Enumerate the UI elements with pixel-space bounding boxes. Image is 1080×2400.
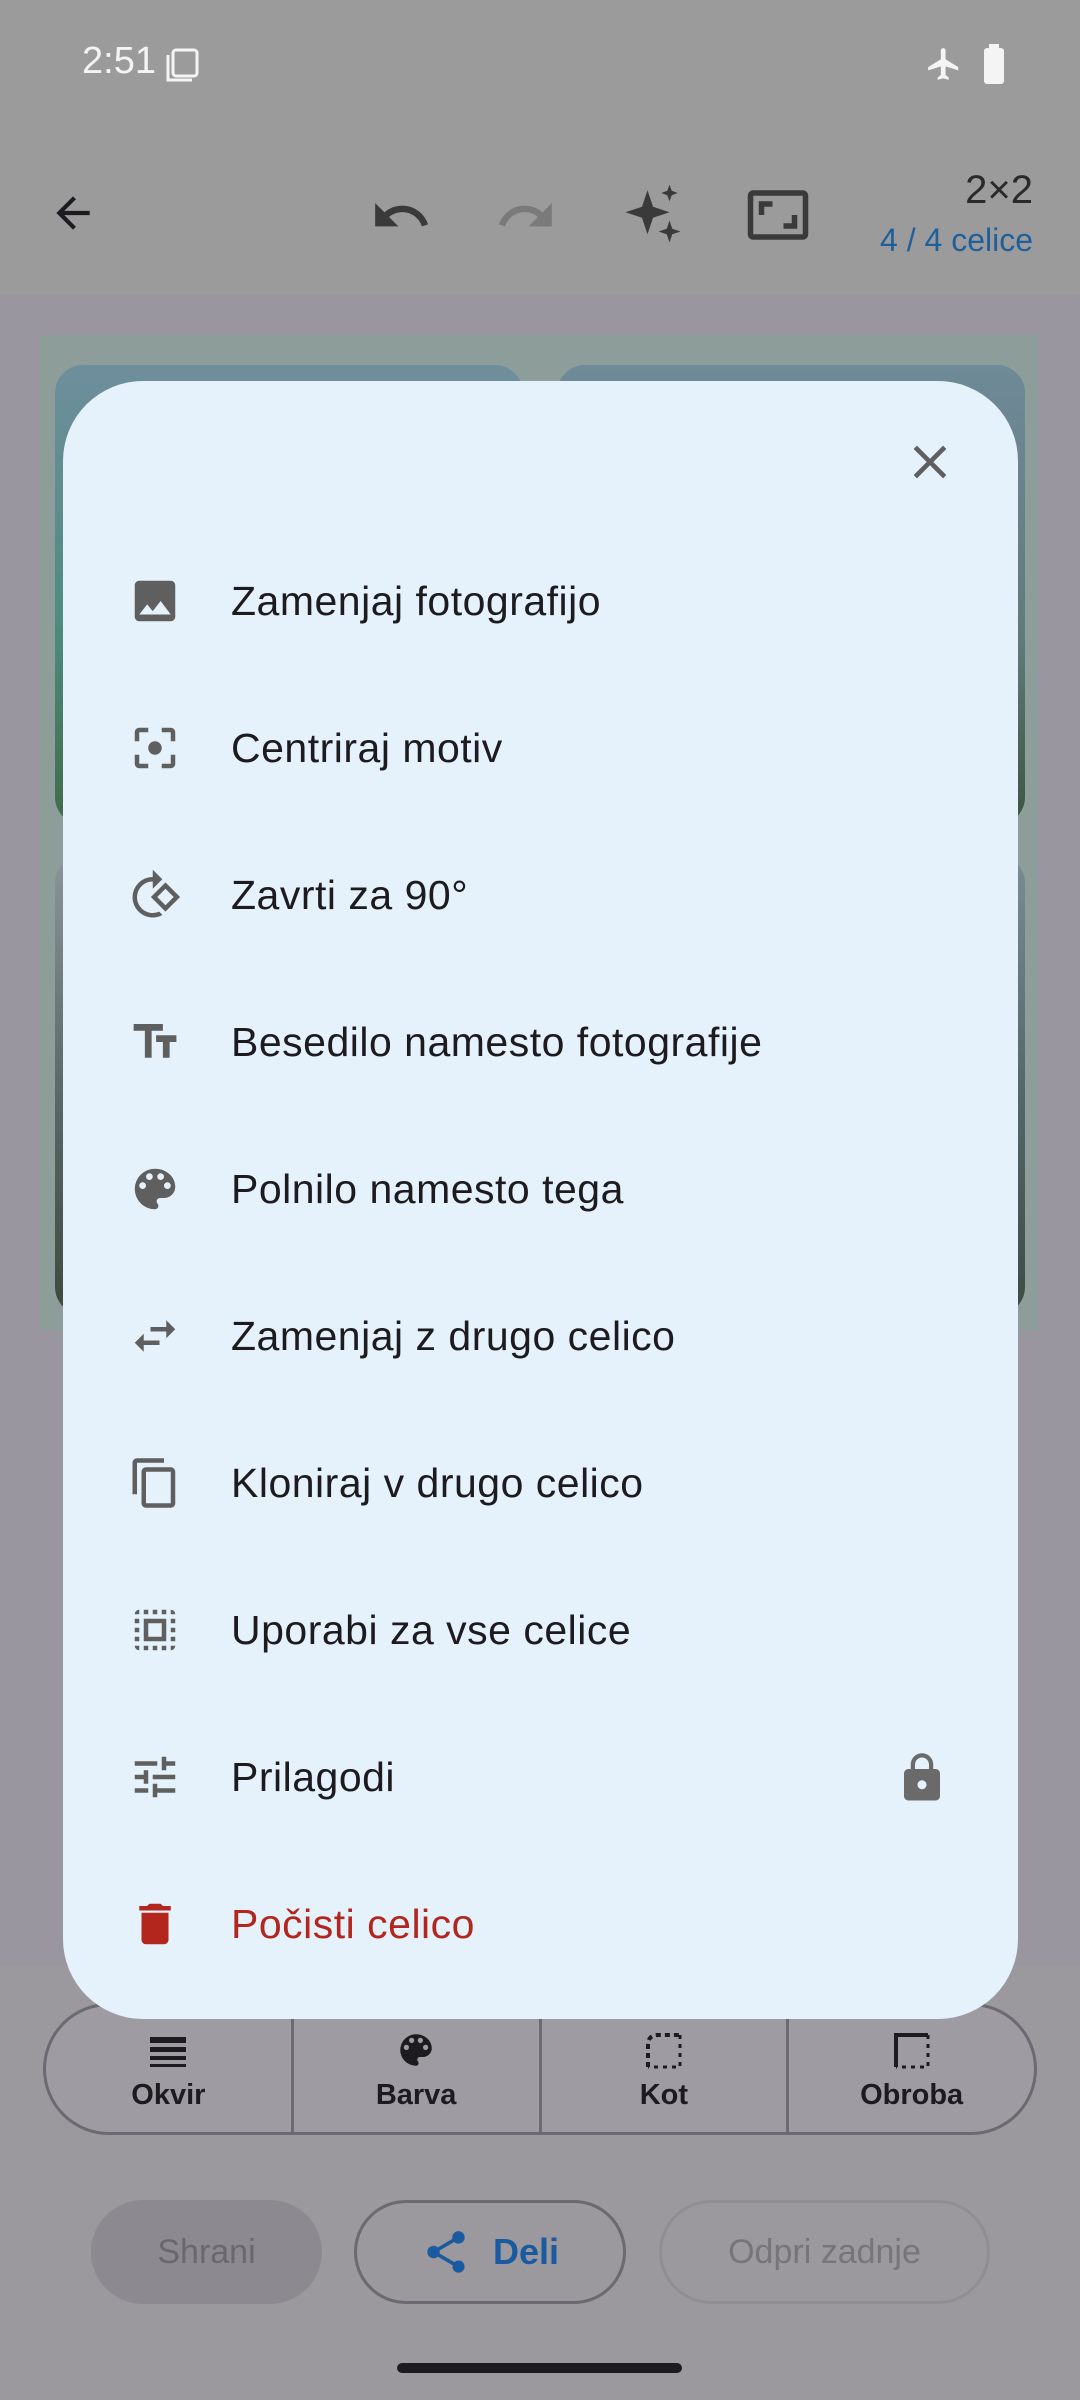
close-icon[interactable] bbox=[902, 434, 958, 490]
tab-corner[interactable]: Kot bbox=[542, 2006, 790, 2132]
menu-item-label: Zamenjaj fotografijo bbox=[231, 578, 602, 624]
status-time: 2:51 bbox=[82, 40, 156, 82]
tune-icon bbox=[134, 1756, 176, 1798]
center-focus-icon bbox=[134, 727, 176, 769]
redo-icon[interactable] bbox=[495, 185, 557, 247]
tab-border[interactable]: Obroba bbox=[789, 2006, 1034, 2132]
text-fields-icon bbox=[133, 1024, 177, 1058]
rotate-icon bbox=[132, 869, 181, 918]
menu-item-center-subject[interactable]: Centriraj motiv bbox=[63, 674, 1018, 821]
tab-label: Okvir bbox=[131, 2079, 206, 2111]
status-bar: 2:51 bbox=[0, 0, 1080, 130]
cell-options-dialog: Zamenjaj fotografijo Centriraj motiv Zav… bbox=[63, 381, 1018, 2019]
bottom-actions: Shrani Deli Odpri zadnje bbox=[0, 2165, 1080, 2315]
menu-item-text-instead[interactable]: Besedilo namesto fotografije bbox=[63, 968, 1018, 1115]
menu-item-rotate-90[interactable]: Zavrti za 90° bbox=[63, 821, 1018, 968]
screenshot-notification-icon bbox=[166, 48, 199, 82]
menu-item-label: Zamenjaj z drugo celico bbox=[231, 1313, 676, 1359]
back-arrow-icon[interactable] bbox=[48, 188, 98, 238]
share-button-label: Deli bbox=[492, 2231, 560, 2272]
palette-icon bbox=[134, 1168, 176, 1210]
swap-icon bbox=[134, 1320, 176, 1352]
menu-item-label: Prilagodi bbox=[231, 1754, 396, 1800]
tab-label: Barva bbox=[375, 2079, 457, 2111]
app-toolbar: 2×2 4 / 4 celice bbox=[0, 130, 1080, 295]
menu-item-clear-cell[interactable]: Počisti celico bbox=[63, 1850, 1018, 1997]
save-button[interactable]: Shrani bbox=[91, 2200, 322, 2304]
lock-icon bbox=[904, 1753, 940, 1801]
menu-item-label: Polnilo namesto tega bbox=[231, 1166, 624, 1212]
menu-item-clone-cell[interactable]: Kloniraj v drugo celico bbox=[63, 1409, 1018, 1556]
undo-icon[interactable] bbox=[370, 185, 432, 247]
tab-label: Kot bbox=[639, 2079, 689, 2111]
tab-color[interactable]: Barva bbox=[294, 2006, 542, 2132]
tab-frame[interactable]: Okvir bbox=[46, 2006, 294, 2132]
select-all-icon bbox=[134, 1609, 176, 1651]
menu-item-fill-instead[interactable]: Polnilo namesto tega bbox=[63, 1115, 1018, 1262]
palette-icon bbox=[400, 2034, 432, 2066]
menu-item-replace-photo[interactable]: Zamenjaj fotografijo bbox=[63, 527, 1018, 674]
menu-item-label: Zavrti za 90° bbox=[231, 872, 469, 918]
corner-icon bbox=[645, 2033, 682, 2069]
aspect-ratio-icon[interactable] bbox=[745, 182, 811, 248]
cell-count-label: 4 / 4 celice bbox=[880, 222, 1033, 258]
menu-item-label: Kloniraj v drugo celico bbox=[231, 1460, 644, 1506]
image-icon bbox=[134, 580, 176, 622]
tab-label: Obroba bbox=[860, 2079, 964, 2111]
menu-item-swap-cell[interactable]: Zamenjaj z drugo celico bbox=[63, 1262, 1018, 1409]
style-tab-strip: Okvir Barva Kot Obroba bbox=[43, 2003, 1037, 2135]
menu-item-label: Besedilo namesto fotografije bbox=[231, 1019, 763, 1065]
menu-item-label: Uporabi za vse celice bbox=[231, 1607, 632, 1653]
battery-icon bbox=[984, 44, 1004, 84]
frame-lines-icon bbox=[150, 2037, 187, 2067]
auto-layout-sparkle-icon[interactable] bbox=[620, 182, 686, 248]
menu-item-label: Počisti celico bbox=[231, 1901, 475, 1947]
menu-item-apply-all[interactable]: Uporabi za vse celice bbox=[63, 1556, 1018, 1703]
airplane-mode-icon bbox=[928, 48, 959, 80]
menu-item-label: Centriraj motiv bbox=[231, 725, 503, 771]
border-icon bbox=[893, 2033, 930, 2069]
grid-size-label[interactable]: 2×2 bbox=[965, 168, 1033, 213]
delete-icon bbox=[139, 1903, 171, 1945]
share-button[interactable]: Deli bbox=[354, 2200, 626, 2304]
open-last-button[interactable]: Odpri zadnje bbox=[659, 2200, 990, 2304]
home-indicator[interactable] bbox=[397, 2363, 682, 2373]
copy-icon bbox=[132, 1458, 176, 1508]
share-icon bbox=[427, 2231, 465, 2273]
menu-item-adjust[interactable]: Prilagodi bbox=[63, 1703, 1018, 1850]
